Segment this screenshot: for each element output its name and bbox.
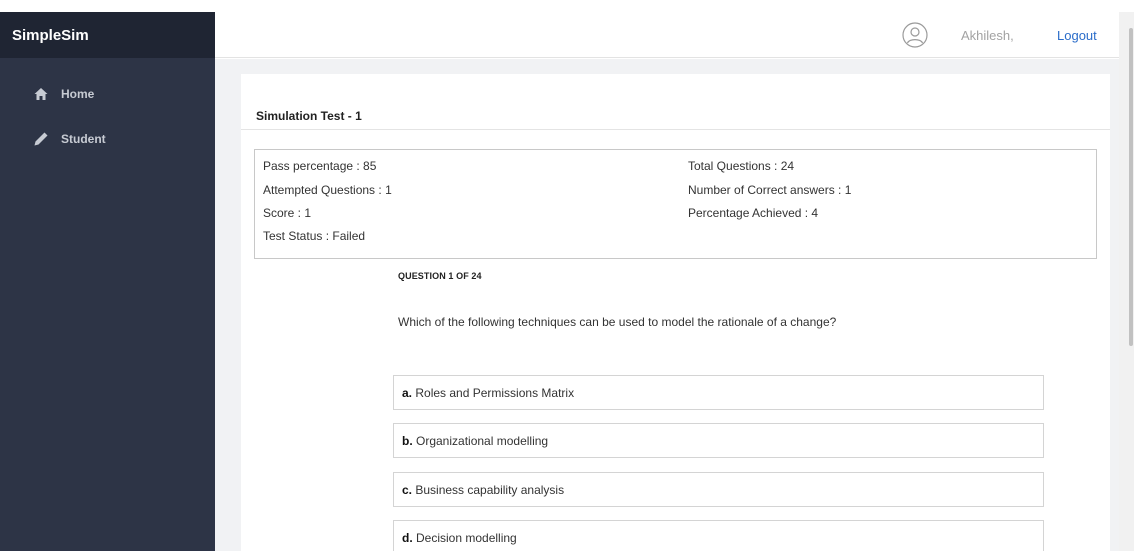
test-card: Simulation Test - 1 Pass percentage : 85… [241, 74, 1110, 551]
sidebar-item-student[interactable]: Student [0, 128, 215, 150]
top-header: Akhilesh, Logout [215, 12, 1119, 58]
option-text: Decision modelling [412, 531, 517, 545]
score-stat: Score : 1 [263, 206, 312, 220]
answer-option-c[interactable]: c. Business capability analysis [393, 472, 1044, 507]
option-letter: a. [402, 386, 413, 400]
test-stats-panel: Pass percentage : 85 Attempted Questions… [254, 149, 1097, 259]
answer-option-b[interactable]: b. Organizational modelling [393, 423, 1044, 458]
option-text: Roles and Permissions Matrix [412, 386, 575, 400]
sidebar-item-home[interactable]: Home [0, 83, 215, 105]
answer-option-d[interactable]: d. Decision modelling [393, 520, 1044, 551]
attempted-questions-stat: Attempted Questions : 1 [263, 183, 392, 197]
option-letter: c. [402, 483, 413, 497]
username-label: Akhilesh, [961, 28, 1014, 43]
option-letter: d. [402, 531, 413, 545]
pass-percentage-stat: Pass percentage : 85 [263, 159, 377, 173]
sidebar-item-label: Home [61, 87, 95, 101]
home-icon [34, 88, 48, 100]
option-text: Organizational modelling [412, 434, 549, 448]
answer-option-a[interactable]: a. Roles and Permissions Matrix [393, 375, 1044, 410]
total-questions-stat: Total Questions : 24 [688, 159, 795, 173]
sidebar-item-label: Student [61, 132, 106, 146]
user-avatar-icon[interactable] [902, 22, 928, 48]
page-title: Simulation Test - 1 [256, 109, 362, 123]
question-counter: QUESTION 1 OF 24 [398, 271, 482, 281]
sidebar: SimpleSim Home Student [0, 12, 215, 551]
logout-link[interactable]: Logout [1057, 28, 1097, 43]
scrollbar-thumb[interactable] [1129, 28, 1133, 346]
option-text: Business capability analysis [412, 483, 565, 497]
divider [241, 129, 1110, 130]
pencil-icon [34, 132, 48, 146]
option-letter: b. [402, 434, 413, 448]
app-brand[interactable]: SimpleSim [0, 12, 215, 58]
test-status-stat: Test Status : Failed [263, 229, 366, 243]
question-text: Which of the following techniques can be… [398, 315, 837, 329]
correct-answers-stat: Number of Correct answers : 1 [688, 183, 852, 197]
percentage-achieved-stat: Percentage Achieved : 4 [688, 206, 819, 220]
